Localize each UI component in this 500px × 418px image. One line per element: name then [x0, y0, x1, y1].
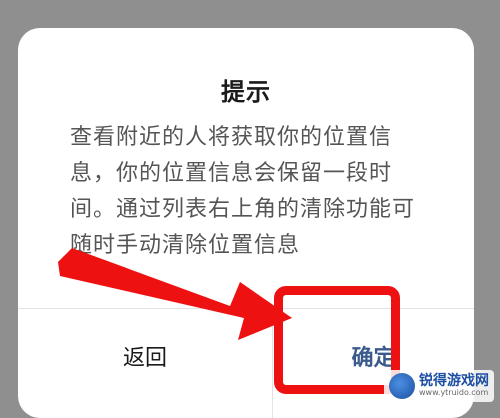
watermark-url: www.ytruido.com	[419, 388, 489, 398]
watermark-logo-icon	[389, 373, 415, 399]
watermark-name: 锐得游戏网	[419, 372, 489, 389]
back-button[interactable]: 返回	[18, 308, 272, 404]
watermark: 锐得游戏网 www.ytruido.com	[384, 370, 494, 402]
dialog: 提示 查看附近的人将获取你的位置信息，你的位置信息会保留一段时间。通过列表右上角…	[18, 28, 474, 418]
dialog-title: 提示	[221, 78, 271, 106]
dialog-message: 查看附近的人将获取你的位置信息，你的位置信息会保留一段时间。通过列表右上角的清除…	[70, 125, 416, 258]
